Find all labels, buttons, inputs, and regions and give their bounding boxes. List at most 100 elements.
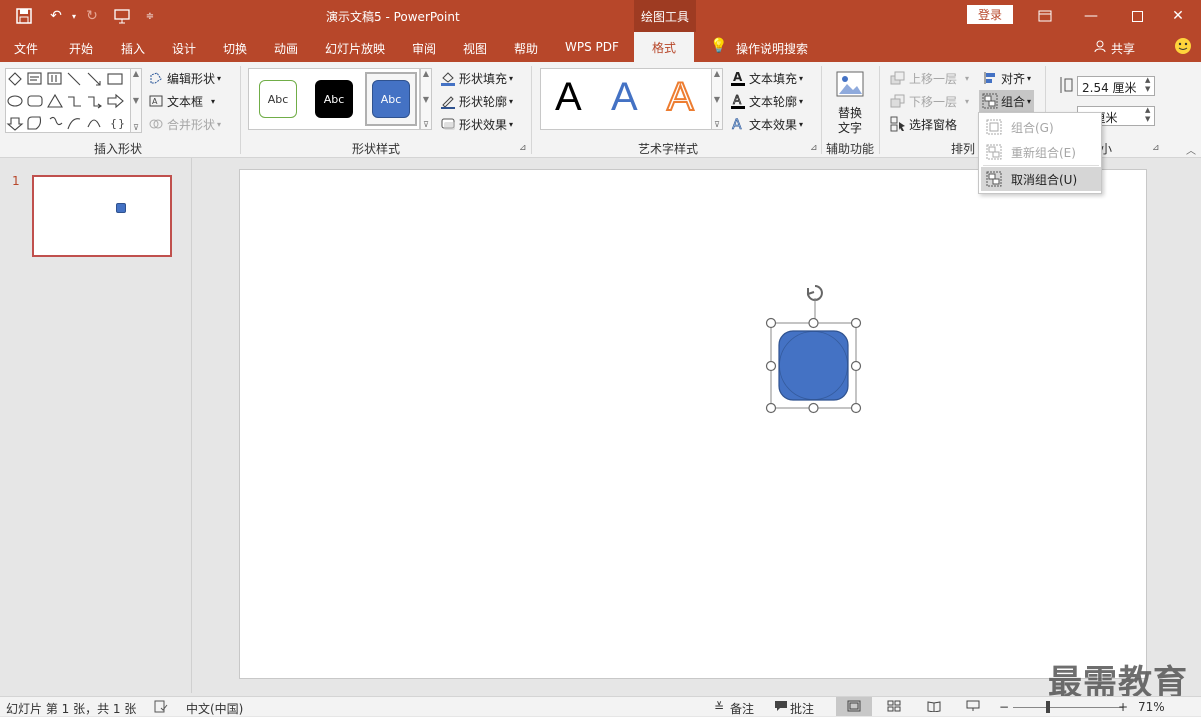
shape-style-swatch-black[interactable]: Abc	[315, 80, 353, 118]
zoom-out-icon[interactable]: −	[999, 700, 1009, 714]
share-button[interactable]: 共享	[1111, 40, 1135, 57]
slideshow-view-icon[interactable]	[966, 700, 980, 715]
collapse-ribbon-icon[interactable]: ︿	[1186, 142, 1196, 157]
reading-view-icon[interactable]	[927, 700, 941, 715]
tab-help[interactable]: 帮助	[514, 40, 538, 57]
tab-review[interactable]: 审阅	[412, 40, 436, 57]
tab-animations[interactable]: 动画	[274, 40, 298, 57]
merge-shapes-icon	[148, 116, 164, 132]
presentation-from-start-icon[interactable]	[112, 6, 132, 26]
menu-item-regroup[interactable]: 重新组合(E)	[981, 140, 1101, 164]
shapes-gallery-scroll[interactable]: ▲ ▼ ⊽	[130, 68, 142, 133]
notes-button[interactable]: 备注	[730, 700, 754, 717]
slide-sorter-icon[interactable]	[887, 700, 901, 715]
slide-canvas[interactable]	[239, 169, 1147, 679]
text-effects-label: 文本效果	[749, 117, 798, 132]
edit-shape-button[interactable]: 编辑形状 ▾	[148, 68, 221, 88]
text-fill-button[interactable]: A 文本填充 ▾	[730, 68, 803, 88]
send-backward-label: 下移一层	[909, 94, 958, 109]
maximize-icon[interactable]	[1114, 0, 1160, 32]
tab-insert[interactable]: 插入	[121, 40, 145, 57]
selection-pane-icon	[890, 116, 906, 132]
shape-outline-button[interactable]: 形状轮廓 ▾	[440, 91, 513, 111]
language-status[interactable]: 中文(中国)	[186, 700, 243, 717]
text-box-icon: A	[148, 93, 164, 109]
text-box-button[interactable]: A 文本框 ▾	[148, 91, 215, 111]
tab-design[interactable]: 设计	[172, 40, 196, 57]
redo-icon[interactable]: ↻	[82, 6, 102, 26]
tell-me-search[interactable]: 操作说明搜索	[736, 40, 808, 57]
zoom-level[interactable]: 71%	[1138, 700, 1165, 714]
wordart-styles-gallery[interactable]: A A A	[540, 68, 712, 130]
send-backward-button[interactable]: 下移一层 ▾	[890, 91, 969, 111]
wordart-style-black[interactable]: A	[555, 75, 582, 120]
wordart-styles-scroll[interactable]: ▲ ▼ ⊽	[711, 68, 723, 130]
zoom-slider-track[interactable]	[1013, 707, 1123, 708]
width-spinner-icon[interactable]: ▲ ▼	[1145, 106, 1150, 124]
shape-fill-button[interactable]: 形状填充 ▾	[440, 68, 513, 88]
size-launcher-icon[interactable]: ⊿	[1152, 143, 1160, 153]
normal-view-icon[interactable]	[847, 700, 861, 715]
text-outline-button[interactable]: A 文本轮廓 ▾	[730, 91, 803, 111]
align-icon	[982, 70, 998, 86]
selected-shape-group[interactable]	[760, 278, 870, 420]
merge-shapes-label: 合并形状	[167, 117, 216, 132]
send-backward-icon	[890, 93, 906, 109]
comments-icon[interactable]	[774, 700, 788, 715]
wordart-styles-launcher-icon[interactable]: ⊿	[810, 143, 818, 153]
alt-text-icon[interactable]	[834, 70, 868, 100]
bring-forward-button[interactable]: 上移一层 ▾	[890, 68, 969, 88]
text-fill-label: 文本填充	[749, 71, 798, 86]
height-spinner-icon[interactable]: ▲ ▼	[1145, 76, 1150, 94]
tab-home[interactable]: 开始	[69, 40, 93, 57]
shape-height-input[interactable]: 2.54 厘米	[1077, 76, 1155, 96]
group-button[interactable]: 组合 ▾	[979, 90, 1035, 112]
selection-pane-button[interactable]: 选择窗格	[890, 114, 957, 134]
align-button[interactable]: 对齐 ▾	[982, 68, 1031, 88]
text-effects-button[interactable]: A 文本效果 ▾	[730, 114, 803, 134]
spell-check-icon[interactable]	[154, 700, 168, 716]
login-button[interactable]: 登录	[967, 5, 1013, 24]
shape-styles-scroll[interactable]: ▲ ▼ ⊽	[420, 68, 432, 130]
undo-dropdown-icon[interactable]: ▾	[64, 6, 84, 26]
merge-shapes-button[interactable]: 合并形状 ▾	[148, 114, 221, 134]
tab-slideshow[interactable]: 幻灯片放映	[325, 40, 385, 57]
menu-item-ungroup[interactable]: 取消组合(U)	[981, 167, 1101, 191]
tab-transitions[interactable]: 切换	[223, 40, 247, 57]
shape-style-swatch-outline[interactable]: Abc	[259, 80, 297, 118]
shape-styles-gallery[interactable]: Abc Abc Abc	[248, 68, 420, 130]
tab-wps-pdf[interactable]: WPS PDF	[565, 40, 619, 54]
shape-effects-button[interactable]: 形状效果 ▾	[440, 114, 513, 134]
wordart-styles-group-label: 艺术字样式	[638, 142, 699, 156]
text-outline-label: 文本轮廓	[749, 94, 798, 109]
shape-styles-launcher-icon[interactable]: ⊿	[519, 143, 527, 153]
alt-text-label-line2[interactable]: 文字	[838, 119, 862, 136]
undo-icon[interactable]: ↶	[46, 6, 66, 26]
menu-item-group[interactable]: 组合(G)	[981, 115, 1101, 139]
wordart-style-orange-outline[interactable]: A	[666, 74, 695, 120]
shapes-gallery[interactable]: { }	[5, 68, 131, 133]
minimize-icon[interactable]: —	[1068, 0, 1114, 32]
zoom-in-icon[interactable]: +	[1118, 700, 1128, 714]
ribbon-display-options-icon[interactable]	[1022, 0, 1068, 32]
zoom-slider-thumb[interactable]	[1046, 701, 1050, 713]
tab-view[interactable]: 视图	[463, 40, 487, 57]
drawing-tools-context-title: 绘图工具	[634, 0, 696, 32]
share-icon[interactable]	[1094, 40, 1106, 56]
text-effects-icon: A	[730, 116, 746, 132]
wordart-style-blue[interactable]: A	[611, 75, 638, 120]
notes-icon[interactable]: ≚	[714, 700, 724, 714]
comments-button[interactable]: 批注	[790, 700, 814, 717]
save-icon[interactable]	[14, 6, 34, 26]
slide-number: 1	[12, 174, 20, 188]
ribbon-tabs: 文件 开始 插入 设计 切换 动画 幻灯片放映 审阅 视图 帮助 WPS PDF…	[0, 32, 1201, 62]
shape-style-swatch-blue[interactable]: Abc	[372, 80, 410, 118]
tab-format[interactable]: 格式	[634, 32, 694, 62]
shapes-gallery-icons[interactable]: { }	[6, 69, 130, 133]
tab-file[interactable]: 文件	[14, 40, 38, 57]
customize-qat-icon[interactable]: ≑	[140, 6, 160, 26]
smiley-feedback-icon[interactable]	[1174, 37, 1192, 58]
close-icon[interactable]: ✕	[1155, 0, 1201, 32]
arrange-group-label: 排列	[951, 142, 976, 156]
slide-thumbnail[interactable]	[32, 175, 172, 257]
